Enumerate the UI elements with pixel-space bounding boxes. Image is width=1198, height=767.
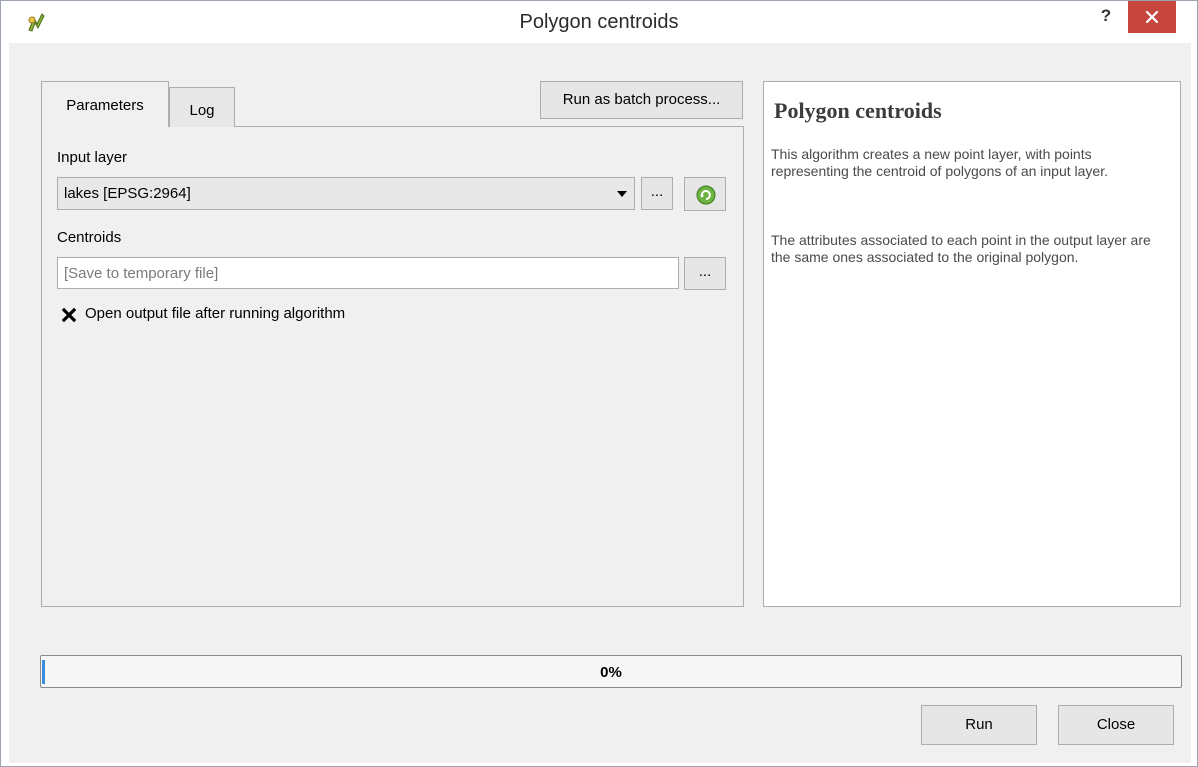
window-title: Polygon centroids bbox=[519, 11, 679, 33]
checkmark-x-icon bbox=[61, 307, 77, 323]
input-layer-value: lakes [EPSG:2964] bbox=[64, 185, 191, 202]
tab-log-label: Log bbox=[189, 102, 215, 119]
centroids-output-input[interactable] bbox=[58, 258, 678, 288]
close-icon bbox=[1145, 10, 1159, 24]
iterate-layer-button[interactable] bbox=[684, 177, 726, 211]
tab-log[interactable]: Log bbox=[169, 87, 235, 127]
open-output-checkbox[interactable] bbox=[61, 307, 77, 323]
help-button[interactable]: ? bbox=[1086, 3, 1126, 35]
centroids-output-field[interactable] bbox=[57, 257, 679, 289]
progress-bar: 0% bbox=[40, 655, 1182, 688]
input-layer-browse-button[interactable]: ... bbox=[641, 177, 673, 210]
help-paragraph-1: This algorithm creates a new point layer… bbox=[771, 146, 1108, 179]
dialog-body: Parameters Log Run as batch process... I… bbox=[9, 43, 1191, 763]
chevron-down-icon bbox=[617, 191, 627, 197]
input-layer-select[interactable]: lakes [EPSG:2964] bbox=[57, 177, 635, 210]
help-paragraph-2: The attributes associated to each point … bbox=[771, 232, 1151, 265]
input-layer-label: Input layer bbox=[57, 149, 128, 166]
refresh-icon bbox=[696, 185, 716, 205]
run-button[interactable]: Run bbox=[921, 705, 1037, 745]
tab-parameters-label: Parameters bbox=[66, 97, 144, 114]
close-button[interactable]: Close bbox=[1058, 705, 1174, 745]
dialog-window: Polygon centroids ? Parameters Log Run a… bbox=[0, 0, 1198, 767]
centroids-browse-button[interactable]: ... bbox=[684, 257, 726, 290]
run-as-batch-button[interactable]: Run as batch process... bbox=[540, 81, 743, 119]
close-window-button[interactable] bbox=[1128, 1, 1176, 33]
title-bar[interactable]: Polygon centroids ? bbox=[1, 1, 1197, 43]
centroids-label: Centroids bbox=[57, 229, 122, 246]
tab-parameters[interactable]: Parameters bbox=[41, 81, 169, 127]
progress-label: 0% bbox=[600, 664, 622, 681]
help-panel: Polygon centroids This algorithm creates… bbox=[763, 81, 1181, 607]
help-title: Polygon centroids bbox=[774, 98, 942, 123]
open-output-label: Open output file after running algorithm bbox=[85, 305, 346, 322]
